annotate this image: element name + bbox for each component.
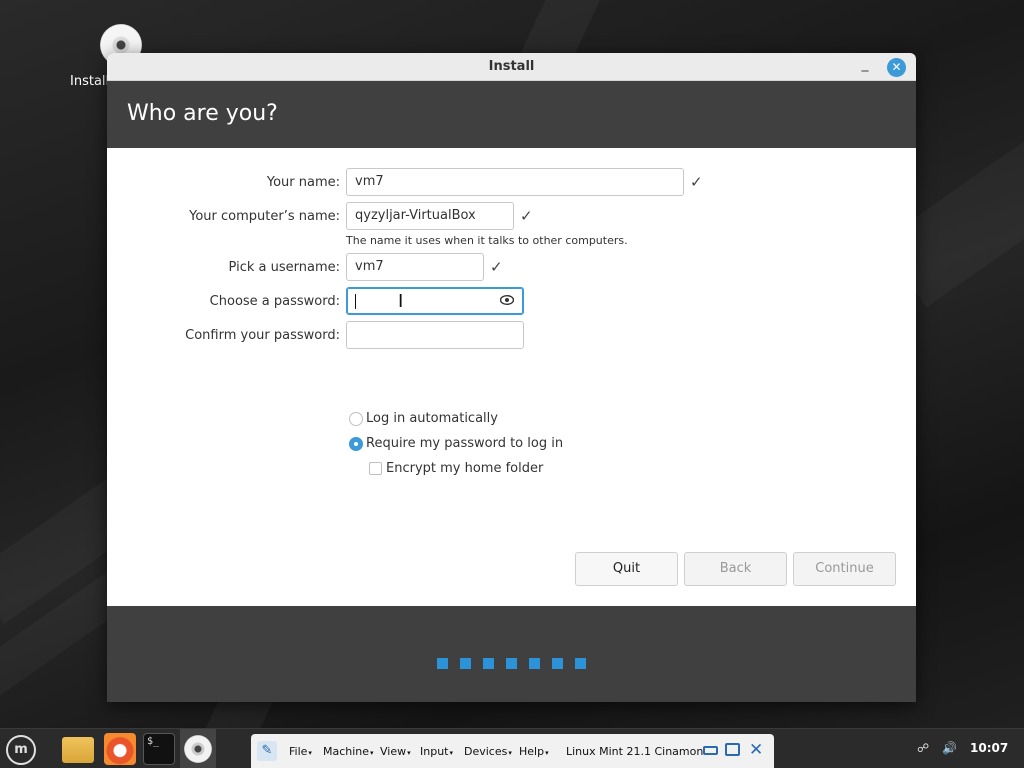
progress-step <box>460 658 471 669</box>
progress-step <box>437 658 448 669</box>
vbox-menu-devices[interactable]: Devices <box>464 745 512 758</box>
require-password-label[interactable]: Require my password to log in <box>366 436 563 451</box>
progress-step <box>506 658 517 669</box>
progress-footer <box>107 606 916 702</box>
window-titlebar[interactable]: Install _ ✕ <box>107 53 916 81</box>
name-field[interactable]: vm7 <box>346 168 684 196</box>
page-header: Who are you? <box>107 81 916 148</box>
taskbar: m $_ ✎ File Machine View Input Devices H… <box>0 728 1024 768</box>
pin-icon[interactable]: ✎ <box>257 741 277 761</box>
minimize-icon[interactable]: _ <box>858 57 872 73</box>
vbox-menu-input[interactable]: Input <box>420 745 453 758</box>
require-password-radio[interactable] <box>349 437 363 451</box>
show-password-eye-icon[interactable] <box>500 295 514 305</box>
network-icon[interactable]: ☍ <box>917 741 929 755</box>
progress-step <box>575 658 586 669</box>
back-button[interactable]: Back <box>684 552 787 586</box>
encrypt-home-checkbox[interactable] <box>369 462 382 475</box>
name-label: Your name: <box>266 175 340 190</box>
computer-name-valid-check-icon: ✓ <box>520 207 533 225</box>
quit-button[interactable]: Quit <box>575 552 678 586</box>
confirm-password-label: Confirm your password: <box>185 328 340 343</box>
vbox-machine-status: Linux Mint 21.1 Cinamon <box>566 745 704 758</box>
progress-steps <box>437 654 598 673</box>
password-label: Choose a password: <box>209 294 340 309</box>
auto-login-radio[interactable] <box>349 412 363 426</box>
close-icon[interactable]: ✕ <box>887 58 906 77</box>
file-manager-icon[interactable] <box>62 737 94 763</box>
username-field[interactable]: vm7 <box>346 253 484 281</box>
username-valid-check-icon: ✓ <box>490 258 503 276</box>
name-valid-check-icon: ✓ <box>690 173 703 191</box>
disc-icon <box>184 735 212 763</box>
text-caret <box>355 294 356 309</box>
volume-icon[interactable]: 🔊 <box>942 741 957 755</box>
user-form: Your name: vm7 ✓ Your computer’s name: q… <box>107 148 916 606</box>
username-label: Pick a username: <box>228 260 340 275</box>
progress-step <box>483 658 494 669</box>
restore-window-icon[interactable] <box>725 743 740 756</box>
installer-window: Install _ ✕ Who are you? Your name: vm7 … <box>107 53 916 702</box>
page-title: Who are you? <box>127 101 278 126</box>
computer-name-hint: The name it uses when it talks to other … <box>346 234 628 247</box>
computer-name-field[interactable]: qyzyljar-VirtualBox <box>346 202 514 230</box>
window-title: Install <box>488 59 535 74</box>
vbox-menu-help[interactable]: Help <box>519 745 549 758</box>
progress-step <box>552 658 563 669</box>
progress-step <box>529 658 540 669</box>
virtualbox-menubar: ✎ File Machine View Input Devices Help L… <box>251 734 774 768</box>
continue-button[interactable]: Continue <box>793 552 896 586</box>
minimize-window-icon[interactable] <box>703 746 718 755</box>
ibeam-cursor-icon: I <box>398 291 404 312</box>
installer-taskbar-item[interactable] <box>180 729 216 768</box>
terminal-icon[interactable]: $_ <box>143 733 175 765</box>
clock[interactable]: 10:07 <box>970 741 1008 755</box>
vbox-menu-machine[interactable]: Machine <box>323 745 374 758</box>
mint-menu-icon[interactable]: m <box>6 735 36 765</box>
password-field[interactable]: I <box>346 287 524 315</box>
computer-name-label: Your computer’s name: <box>189 209 340 224</box>
vbox-menu-file[interactable]: File <box>289 745 312 758</box>
firefox-icon[interactable] <box>104 733 136 765</box>
desktop-icon-label: Install <box>70 74 110 89</box>
confirm-password-field[interactable] <box>346 321 524 349</box>
vbox-menu-view[interactable]: View <box>380 745 411 758</box>
close-vbox-icon[interactable]: ✕ <box>749 740 763 760</box>
auto-login-label[interactable]: Log in automatically <box>366 411 498 426</box>
encrypt-home-label[interactable]: Encrypt my home folder <box>386 461 543 476</box>
